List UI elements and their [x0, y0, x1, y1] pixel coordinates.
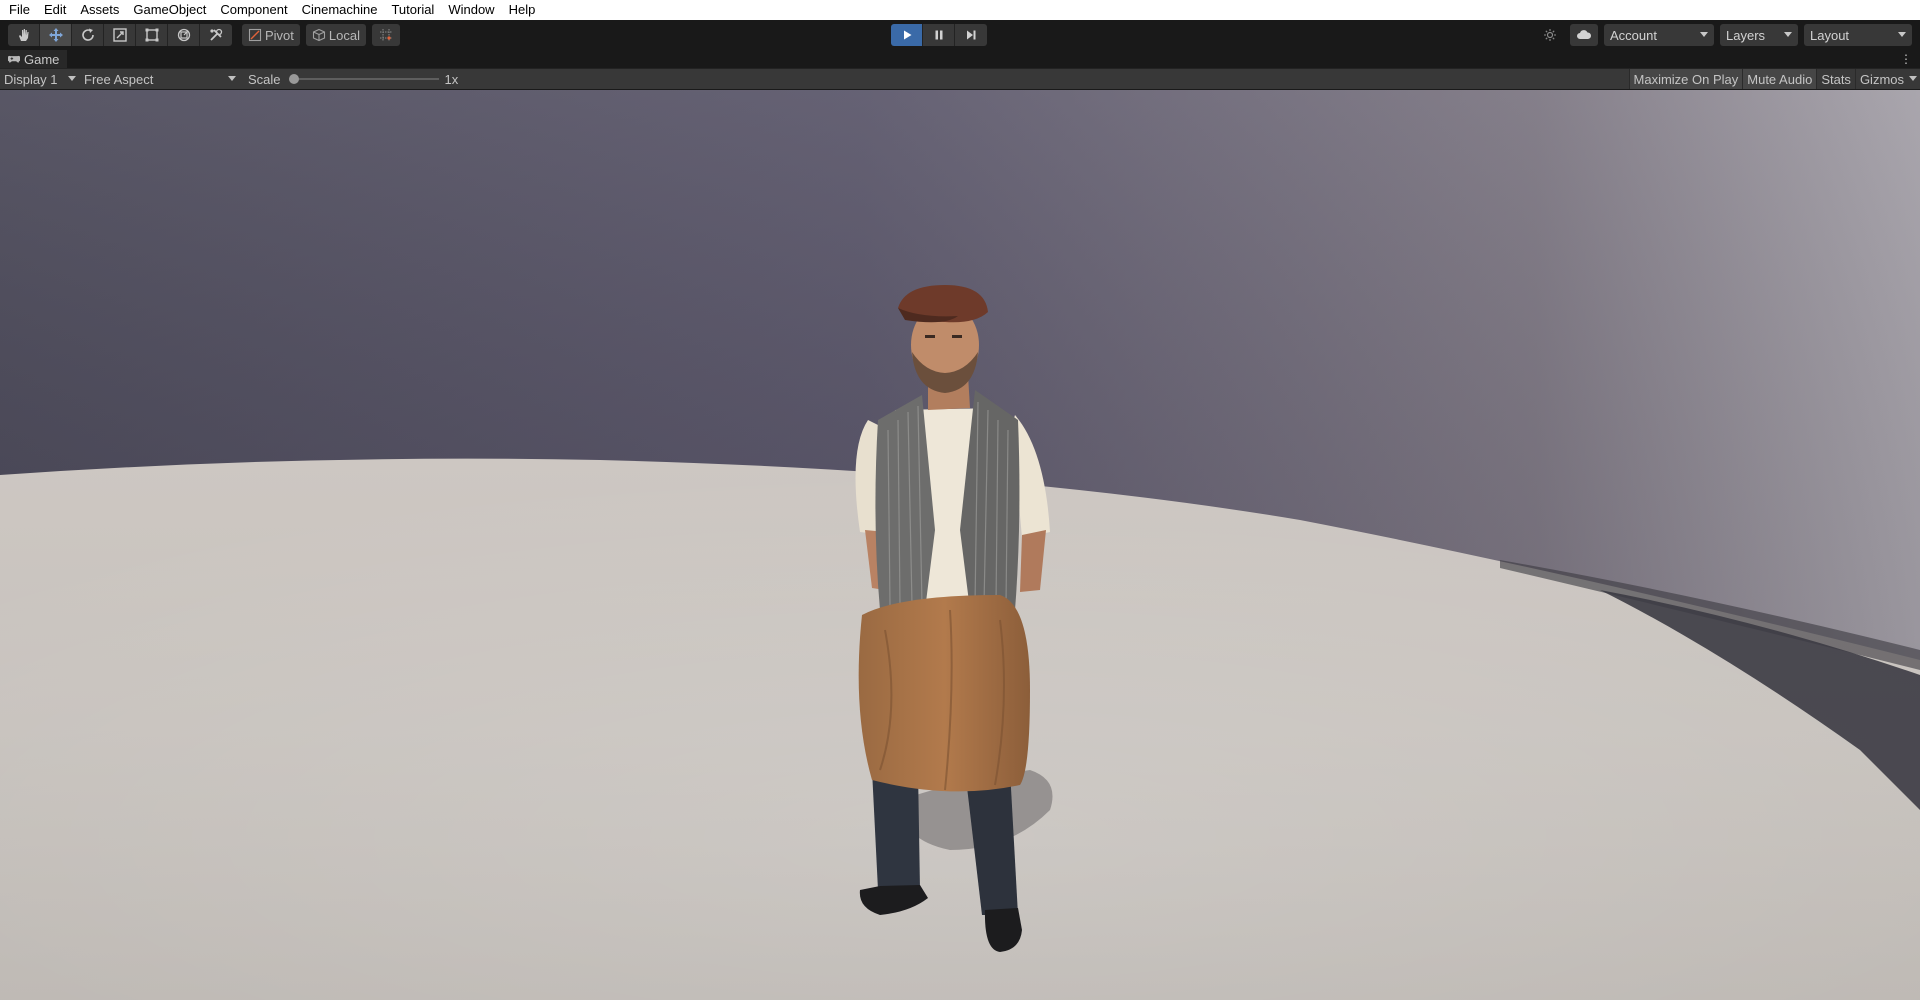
- display-dropdown[interactable]: Display 1: [0, 69, 80, 89]
- game-viewport[interactable]: [0, 90, 1920, 1000]
- gizmos-label: Gizmos: [1859, 71, 1904, 87]
- play-button[interactable]: [891, 24, 923, 46]
- menu-help[interactable]: Help: [502, 0, 543, 20]
- menu-tutorial[interactable]: Tutorial: [384, 0, 441, 20]
- scale-tool-button[interactable]: [104, 24, 136, 46]
- grid-snap-button[interactable]: [371, 24, 400, 46]
- layout-label: Layout: [1810, 27, 1850, 43]
- account-label: Account: [1610, 27, 1657, 43]
- menu-window[interactable]: Window: [441, 0, 501, 20]
- stats-toggle[interactable]: Stats: [1816, 69, 1855, 89]
- menu-gameobject[interactable]: GameObject: [126, 0, 213, 20]
- sun-icon: [1544, 29, 1556, 41]
- rect-tool-button[interactable]: [136, 24, 168, 46]
- menu-file[interactable]: File: [2, 0, 37, 20]
- account-dropdown[interactable]: Account: [1604, 24, 1714, 46]
- step-button[interactable]: [955, 24, 987, 46]
- transform-icon: [177, 28, 190, 42]
- local-label: Local: [328, 27, 360, 43]
- cloud-button[interactable]: [1570, 24, 1598, 46]
- move-tool-button[interactable]: [40, 24, 72, 46]
- hand-icon: [18, 29, 29, 41]
- scale-slider-track: [288, 78, 439, 80]
- menu-assets[interactable]: Assets: [73, 0, 126, 20]
- local-toggle[interactable]: Local: [305, 24, 366, 46]
- game-tab-bar: Game ⋮: [0, 50, 1920, 68]
- rotate-icon: [81, 28, 94, 41]
- tools-icon: [210, 28, 223, 41]
- toolbar-right: Account Layers Layout: [1536, 24, 1912, 46]
- chevron-down-icon: [228, 76, 236, 81]
- transform-tool-button[interactable]: [168, 24, 200, 46]
- more-options-icon[interactable]: ⋮: [1900, 53, 1912, 65]
- aspect-label: Free Aspect: [84, 71, 154, 87]
- chevron-down-icon: [1909, 76, 1917, 81]
- chevron-down-icon: [1700, 32, 1708, 37]
- tab-game[interactable]: Game: [0, 50, 68, 68]
- move-icon: [48, 28, 63, 42]
- custom-tool-button[interactable]: [200, 24, 232, 46]
- pause-icon: [935, 30, 942, 40]
- pivot-icon: [248, 28, 262, 42]
- scale-icon: [112, 28, 127, 42]
- scale-slider-handle[interactable]: [288, 74, 299, 84]
- layers-label: Layers: [1726, 27, 1766, 43]
- cube-icon: [312, 28, 325, 42]
- step-icon: [967, 30, 976, 40]
- layout-dropdown[interactable]: Layout: [1804, 24, 1912, 46]
- pause-button[interactable]: [923, 24, 955, 46]
- pivot-label: Pivot: [265, 27, 294, 43]
- layers-dropdown[interactable]: Layers: [1720, 24, 1798, 46]
- rotate-tool-button[interactable]: [72, 24, 104, 46]
- scale-value: 1x: [444, 71, 459, 87]
- game-render: [0, 90, 1920, 1000]
- lighting-button[interactable]: [1536, 24, 1564, 46]
- tab-game-label: Game: [24, 51, 60, 67]
- play-icon: [903, 30, 911, 40]
- cloud-icon: [1577, 30, 1592, 39]
- gizmos-dropdown[interactable]: Gizmos: [1854, 69, 1920, 89]
- pivot-toggle[interactable]: Pivot: [242, 24, 300, 46]
- main-toolbar: Pivot Local Account Layers Layout: [0, 20, 1920, 50]
- rect-icon: [145, 28, 158, 42]
- chevron-down-icon: [68, 76, 76, 81]
- chevron-down-icon: [1898, 32, 1906, 37]
- gamepad-icon: [8, 55, 20, 63]
- display-label: Display 1: [4, 71, 58, 87]
- mute-audio-toggle[interactable]: Mute Audio: [1742, 69, 1817, 89]
- chevron-down-icon: [1784, 32, 1792, 37]
- menu-cinemachine[interactable]: Cinemachine: [295, 0, 385, 20]
- scale-label: Scale: [248, 71, 281, 87]
- game-view-toolbar: Display 1 Free Aspect Scale 1x Maximize …: [0, 68, 1920, 90]
- menu-bar: File Edit Assets GameObject Component Ci…: [0, 0, 1920, 20]
- aspect-dropdown[interactable]: Free Aspect: [80, 69, 240, 89]
- menu-edit[interactable]: Edit: [37, 0, 73, 20]
- grid-snap-icon: [379, 29, 392, 41]
- maximize-on-play-toggle[interactable]: Maximize On Play: [1628, 69, 1743, 89]
- menu-component[interactable]: Component: [213, 0, 294, 20]
- game-view-options: Maximize On Play Mute Audio Stats Gizmos: [1628, 69, 1920, 89]
- scale-slider[interactable]: [288, 69, 439, 89]
- transform-tools: [8, 24, 232, 46]
- hand-tool-button[interactable]: [8, 24, 40, 46]
- playback-controls: [891, 24, 987, 46]
